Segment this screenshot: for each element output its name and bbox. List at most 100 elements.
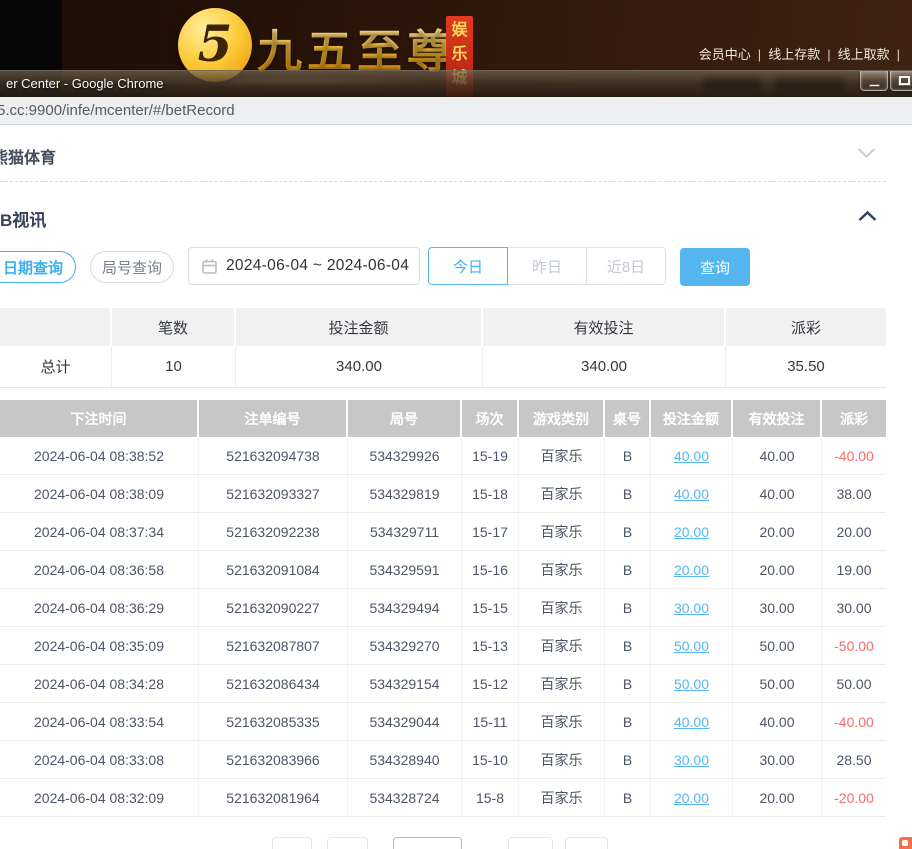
today-button[interactable]: 今日 (428, 247, 508, 285)
bet-amount-link[interactable]: 40.00 (674, 448, 709, 464)
table-cell: B (605, 665, 651, 703)
address-bar[interactable]: 5.cc:9900/infe/mcenter/#/betRecord (0, 97, 912, 125)
table-cell: 15-12 (462, 665, 519, 703)
date-query-tab[interactable]: 日期查询 (0, 251, 76, 283)
section-divider (0, 181, 886, 182)
table-row: 2024-06-04 08:33:08 521632083966 534328940… (0, 741, 886, 779)
table-cell: 50.00 (651, 665, 733, 703)
table-cell: 50.00 (733, 627, 822, 665)
section-panda-sports[interactable]: 熊猫体育 (0, 144, 56, 168)
table-cell: B (605, 779, 651, 817)
summary-count-value: 10 (112, 346, 236, 388)
pagination-button[interactable] (508, 837, 553, 849)
nav-member-center[interactable]: 会员中心 (699, 47, 751, 62)
column-header: 有效投注 (733, 400, 822, 437)
table-cell: B (605, 551, 651, 589)
table-row: 2024-06-04 08:36:29 521632090227 534329494… (0, 589, 886, 627)
table-cell: 2024-06-04 08:38:09 (0, 475, 199, 513)
table-cell: 534329591 (348, 551, 462, 589)
summary-header-payout: 派彩 (726, 308, 886, 346)
bet-amount-link[interactable]: 20.00 (674, 524, 709, 540)
table-cell: 521632085335 (199, 703, 348, 741)
table-cell: 30.00 (822, 589, 886, 627)
table-cell: 2024-06-04 08:33:54 (0, 703, 199, 741)
column-header: 下注时间 (0, 400, 199, 437)
table-cell: 2024-06-04 08:32:09 (0, 779, 199, 817)
table-header-row: 下注时间 注单编号 局号 场次 游戏类别 桌号 投注金额 有效投注 派彩 (0, 400, 886, 437)
table-cell: 20.00 (651, 779, 733, 817)
table-cell: 百家乐 (519, 551, 605, 589)
maximize-button[interactable] (890, 71, 912, 91)
nav-online-deposit[interactable]: 线上存款 (768, 47, 820, 62)
bet-amount-link[interactable]: 20.00 (674, 790, 709, 806)
yesterday-button[interactable]: 昨日 (507, 247, 587, 285)
table-cell: 50.00 (733, 665, 822, 703)
section-bb-video[interactable]: B视讯 (0, 206, 46, 231)
table-row: 2024-06-04 08:37:34 521632092238 534329711… (0, 513, 886, 551)
table-cell: -20.00 (822, 779, 886, 817)
nav-online-withdraw[interactable]: 线上取款 (838, 47, 890, 62)
last8days-button[interactable]: 近8日 (586, 247, 666, 285)
table-cell: 30.00 (651, 741, 733, 779)
table-cell: 15-11 (462, 703, 519, 741)
table-cell: 534329711 (348, 513, 462, 551)
logo-number: 5 (197, 13, 233, 73)
table-cell: 521632081964 (199, 779, 348, 817)
window-titlebar[interactable]: er Center - Google Chrome (0, 70, 912, 97)
chevron-up-icon[interactable] (858, 210, 877, 222)
table-cell: B (605, 475, 651, 513)
table-row: 2024-06-04 08:38:52 521632094738 534329926… (0, 437, 886, 475)
bet-amount-link[interactable]: 40.00 (674, 486, 709, 502)
table-cell: 40.00 (733, 437, 822, 475)
chevron-down-icon[interactable] (857, 147, 876, 159)
censored-text-block (703, 78, 761, 91)
summary-header-empty (0, 308, 112, 346)
round-query-tab[interactable]: 局号查询 (90, 251, 174, 283)
table-cell: 百家乐 (519, 703, 605, 741)
table-cell: 15-10 (462, 741, 519, 779)
table-cell: 百家乐 (519, 741, 605, 779)
floating-service-button[interactable] (899, 837, 912, 849)
pagination-button[interactable] (565, 837, 608, 849)
badge-char: 娱 (451, 22, 468, 39)
bet-amount-link[interactable]: 50.00 (674, 638, 709, 654)
column-header: 派彩 (822, 400, 886, 437)
bet-amount-link[interactable]: 30.00 (674, 600, 709, 616)
bet-amount-link[interactable]: 40.00 (674, 714, 709, 730)
pagination-page-size-select[interactable] (393, 837, 462, 849)
minimize-icon (868, 83, 880, 87)
table-cell: 521632093327 (199, 475, 348, 513)
table-row: 2024-06-04 08:34:28 521632086434 534329154… (0, 665, 886, 703)
pagination-button[interactable] (327, 837, 368, 849)
table-cell: 2024-06-04 08:33:08 (0, 741, 199, 779)
table-cell: 百家乐 (519, 627, 605, 665)
pagination-button[interactable] (272, 837, 312, 849)
date-range-picker[interactable]: 2024-06-04 ~ 2024-06-04 (188, 247, 420, 285)
table-cell: 15-18 (462, 475, 519, 513)
table-cell: 百家乐 (519, 513, 605, 551)
bet-amount-link[interactable]: 20.00 (674, 562, 709, 578)
table-cell: 534329154 (348, 665, 462, 703)
window-controls (858, 71, 912, 91)
table-cell: 2024-06-04 08:34:28 (0, 665, 199, 703)
summary-total-row: 总计 10 340.00 340.00 35.50 (0, 346, 886, 388)
search-button[interactable]: 查询 (680, 248, 750, 286)
summary-header-count: 笔数 (112, 308, 236, 346)
table-cell: 38.00 (822, 475, 886, 513)
bet-amount-link[interactable]: 30.00 (674, 752, 709, 768)
table-row: 2024-06-04 08:32:09 521632081964 534328724… (0, 779, 886, 817)
date-range-value: 2024-06-04 ~ 2024-06-04 (226, 257, 410, 274)
calendar-icon (202, 259, 217, 274)
table-cell: B (605, 627, 651, 665)
bet-records-table: 下注时间 注单编号 局号 场次 游戏类别 桌号 投注金额 有效投注 派彩 2024-06-04 … (0, 400, 886, 817)
column-header: 局号 (348, 400, 462, 437)
column-header: 投注金额 (651, 400, 733, 437)
bet-amount-link[interactable]: 50.00 (674, 676, 709, 692)
table-row: 2024-06-04 08:36:58 521632091084 534329591… (0, 551, 886, 589)
table-cell: 百家乐 (519, 779, 605, 817)
column-header: 桌号 (605, 400, 651, 437)
table-cell: 40.00 (651, 437, 733, 475)
minimize-button[interactable] (860, 71, 888, 91)
table-cell: 534328724 (348, 779, 462, 817)
table-cell: 百家乐 (519, 437, 605, 475)
